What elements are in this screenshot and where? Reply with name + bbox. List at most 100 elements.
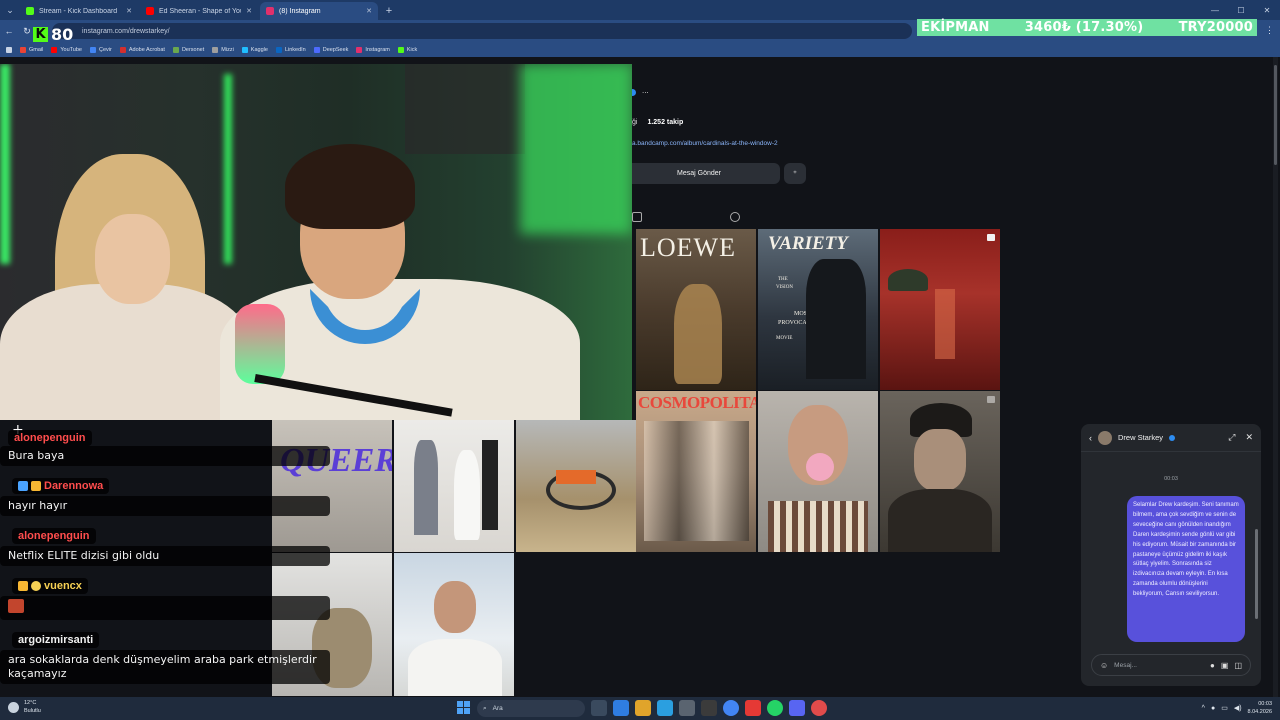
chrome-icon[interactable] (723, 700, 739, 716)
add-user-icon[interactable]: ⁺ (784, 163, 806, 184)
microphone-icon[interactable]: ● (1211, 705, 1215, 712)
bookmark-deepseek[interactable]: DeepSeek (313, 46, 349, 53)
sticker-icon[interactable]: ◫ (1234, 661, 1242, 670)
bookmark-kaggle[interactable]: Kaggle (241, 46, 268, 53)
weather-icon (8, 702, 19, 713)
bookmark-cevir[interactable]: Çevir (90, 46, 112, 53)
close-icon[interactable]: ✕ (246, 7, 252, 15)
screen: ⌄ Stream - Kick Dashboard ✕ Ed Sheeran -… (0, 0, 1280, 720)
app-icon[interactable] (701, 700, 717, 716)
tab-youtube[interactable]: Ed Sheeran - Shape of You ✕ (140, 2, 258, 20)
task-view-icon[interactable] (591, 700, 607, 716)
chat-message: Netflix ELITE dizisi gibi oldu (0, 546, 330, 566)
bookmark-kick[interactable]: Kick (397, 46, 418, 53)
acrobat-icon (119, 46, 126, 53)
expand-icon[interactable]: ⤢ (1228, 432, 1235, 443)
chat-username-row: vuencx (12, 578, 88, 594)
post-motocross[interactable] (516, 420, 636, 552)
start-icon[interactable] (457, 701, 470, 714)
minimize-icon[interactable]: — (1202, 0, 1228, 20)
bookmark-instagram[interactable]: Instagram (356, 46, 390, 53)
url-input[interactable]: instagram.com/drewstarkey/ (52, 23, 912, 39)
bio-link[interactable]: a.bandcamp.com/album/cardinals-at-the-wi… (632, 140, 778, 147)
microphone-icon[interactable]: ● (1210, 661, 1215, 670)
music-badge-icon (31, 481, 41, 491)
menu-icon[interactable]: ⋮ (1265, 25, 1274, 36)
chevron-up-icon[interactable]: ^ (1202, 705, 1205, 712)
file-explorer-icon[interactable] (635, 700, 651, 716)
bookmark-label: Mizzi (221, 46, 234, 53)
bookmark-gmail[interactable]: Gmail (20, 46, 43, 53)
message-timestamp: 00:03 (1164, 476, 1178, 482)
emoji-icon[interactable]: ☺ (1100, 661, 1108, 670)
whatsapp-icon[interactable] (767, 700, 783, 716)
post-bubblegum[interactable] (758, 391, 878, 552)
discord-icon[interactable] (789, 700, 805, 716)
page-scrollbar[interactable] (1273, 57, 1278, 697)
kick-favicon-icon (26, 7, 34, 15)
tab-search-icon[interactable]: ⌄ (0, 0, 20, 20)
close-icon[interactable]: ✕ (366, 7, 372, 15)
goal-progress: 3460₺ (17.30%) (1024, 20, 1144, 35)
taskbar: 12°C Bulutlu ⌕ Ara ^ ● ▭ ◀) 00:03 8.04.2… (0, 697, 1280, 720)
tab-instagram[interactable]: (8) Instagram ✕ (260, 2, 378, 20)
store-icon[interactable] (657, 700, 673, 716)
post-red-hallway[interactable] (880, 229, 1000, 390)
tagged-tab-icon[interactable] (730, 212, 740, 222)
new-tab-button[interactable]: + (380, 2, 398, 20)
bookmark-mizzi[interactable]: Mizzi (212, 46, 234, 53)
youtube-icon[interactable] (745, 700, 761, 716)
goal-target: TRY20000 (1178, 20, 1253, 35)
tab-title: (8) Instagram (279, 7, 321, 15)
post-subtitle: MOVIE (776, 336, 793, 341)
close-window-icon[interactable]: ✕ (1254, 0, 1280, 20)
dm-scrollbar[interactable] (1255, 529, 1258, 619)
opera-icon[interactable] (811, 700, 827, 716)
apps-icon[interactable] (6, 46, 12, 53)
network-icon[interactable]: ▭ (1221, 704, 1228, 712)
tab-kick-dashboard[interactable]: Stream - Kick Dashboard ✕ (20, 2, 138, 20)
clock-time: 00:03 (1258, 701, 1272, 707)
taskbar-search[interactable]: ⌕ Ara (477, 700, 585, 717)
verified-icon (1169, 434, 1176, 441)
sent-message-bubble[interactable]: Selamlar Drew kardeşim. Seni tanımam bil… (1127, 496, 1245, 642)
send-message-button[interactable]: Mesaj Gönder (618, 163, 780, 184)
bookmark-label: LinkedIn (284, 46, 306, 53)
bookmark-label: Kick (406, 46, 418, 53)
bookmark-label: DeepSeek (322, 46, 349, 53)
bookmark-dersonet[interactable]: Dersonet (172, 46, 204, 53)
following-count[interactable]: 1.252 takip (647, 119, 683, 126)
clock[interactable]: 00:03 8.04.2026 (1248, 700, 1272, 716)
close-icon[interactable]: ✕ (126, 7, 132, 15)
post-wedding[interactable] (394, 420, 514, 552)
back-icon[interactable]: ← (0, 26, 18, 36)
message-input[interactable]: ☺ Mesaj... ● ▣ ◫ (1091, 654, 1251, 676)
tab-bar: ⌄ Stream - Kick Dashboard ✕ Ed Sheeran -… (0, 0, 1280, 20)
volume-icon[interactable]: ◀) (1234, 704, 1242, 712)
more-options-icon[interactable]: ... (642, 86, 649, 95)
weather-widget[interactable]: 12°C Bulutlu (24, 699, 41, 715)
calculator-icon[interactable] (679, 700, 695, 716)
post-variety[interactable]: VARIETY THE VISION MOST PROVOCATIVE MOVI… (758, 229, 878, 390)
reels-tab-icon[interactable] (632, 212, 642, 222)
copilot-icon[interactable] (613, 700, 629, 716)
post-beach-portrait[interactable] (394, 553, 514, 696)
weather-condition: Bulutlu (24, 708, 41, 714)
avatar[interactable] (1098, 430, 1112, 445)
chat-username: alonepenguin (12, 528, 96, 544)
bookmark-linkedin[interactable]: LinkedIn (275, 46, 306, 53)
chevron-left-icon[interactable]: ‹ (1089, 433, 1092, 443)
bookmark-youtube[interactable]: YouTube (51, 46, 82, 53)
maximize-icon[interactable]: ☐ (1228, 0, 1254, 20)
bookmark-acrobat[interactable]: Adobe Acrobat (119, 46, 165, 53)
dm-contact-name[interactable]: Drew Starkey (1118, 433, 1163, 442)
image-icon[interactable]: ▣ (1221, 661, 1229, 670)
mizzi-icon (212, 46, 219, 53)
close-icon[interactable]: ✕ (1245, 432, 1253, 443)
taskbar-apps (591, 700, 827, 716)
post-cap-portrait[interactable] (880, 391, 1000, 552)
gift-badge-icon (31, 581, 41, 591)
post-loewe[interactable]: LOEWE (636, 229, 756, 390)
chat-username: argoizmirsanti (12, 632, 100, 648)
post-cosmopolitan[interactable]: COSMOPOLITAN (636, 391, 756, 552)
